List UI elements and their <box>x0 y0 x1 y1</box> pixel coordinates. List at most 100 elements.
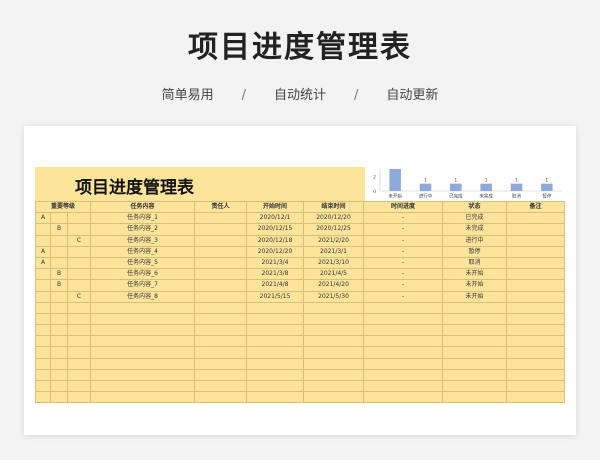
empty-cell[interactable] <box>442 346 508 359</box>
task-cell[interactable]: 任务内容_7 <box>90 279 196 292</box>
header-status[interactable]: 状态 <box>442 200 508 214</box>
level-a-cell[interactable]: A <box>35 245 51 258</box>
progress-cell[interactable]: - <box>363 256 444 270</box>
end-cell[interactable]: 2021/3/1 <box>303 245 365 258</box>
owner-cell[interactable] <box>194 212 248 225</box>
empty-cell[interactable] <box>194 346 248 359</box>
empty-cell[interactable] <box>442 368 508 382</box>
empty-cell[interactable] <box>66 301 92 314</box>
empty-cell[interactable] <box>50 312 68 326</box>
remark-cell[interactable] <box>506 256 566 270</box>
start-cell[interactable]: 2020/12/20 <box>246 245 305 258</box>
empty-cell[interactable] <box>363 368 444 382</box>
level-c-cell[interactable]: C <box>66 290 92 303</box>
empty-cell[interactable] <box>442 324 508 337</box>
task-cell[interactable]: 任务内容_4 <box>90 245 196 258</box>
level-b-cell[interactable] <box>50 212 68 225</box>
empty-cell[interactable] <box>303 379 365 393</box>
empty-cell[interactable] <box>194 357 248 370</box>
empty-cell[interactable] <box>194 379 248 393</box>
empty-cell[interactable] <box>506 335 566 348</box>
progress-cell[interactable]: - <box>363 234 444 247</box>
start-cell[interactable]: 2021/4/8 <box>246 279 305 292</box>
empty-cell[interactable] <box>194 391 248 404</box>
owner-cell[interactable] <box>194 256 248 270</box>
empty-cell[interactable] <box>194 301 248 314</box>
remark-cell[interactable] <box>506 268 566 281</box>
level-a-cell[interactable]: A <box>35 212 51 225</box>
remark-cell[interactable] <box>506 212 566 225</box>
empty-cell[interactable] <box>363 357 444 370</box>
level-a-cell[interactable] <box>35 234 51 247</box>
empty-cell[interactable] <box>90 346 196 359</box>
empty-cell[interactable] <box>50 391 68 404</box>
status-cell[interactable]: 未开始 <box>442 290 508 303</box>
empty-cell[interactable] <box>35 324 51 337</box>
progress-cell[interactable]: - <box>363 279 444 292</box>
empty-cell[interactable] <box>506 301 566 314</box>
level-a-cell[interactable] <box>35 290 51 303</box>
header-progress[interactable]: 时间进度 <box>363 200 444 214</box>
empty-cell[interactable] <box>66 324 92 337</box>
end-cell[interactable]: 2021/2/20 <box>303 234 365 247</box>
owner-cell[interactable] <box>194 223 248 236</box>
empty-cell[interactable] <box>303 368 365 382</box>
end-cell[interactable]: 2021/4/20 <box>303 279 365 292</box>
empty-cell[interactable] <box>442 357 508 370</box>
empty-cell[interactable] <box>35 335 51 348</box>
level-c-cell[interactable] <box>66 223 92 236</box>
owner-cell[interactable] <box>194 234 248 247</box>
empty-cell[interactable] <box>303 391 365 404</box>
empty-cell[interactable] <box>303 324 365 337</box>
header-start[interactable]: 开始时间 <box>246 200 305 214</box>
empty-cell[interactable] <box>303 357 365 370</box>
empty-cell[interactable] <box>303 301 365 314</box>
start-cell[interactable]: 2021/5/15 <box>246 290 305 303</box>
owner-cell[interactable] <box>194 290 248 303</box>
empty-cell[interactable] <box>194 335 248 348</box>
empty-cell[interactable] <box>35 391 51 404</box>
remark-cell[interactable] <box>506 234 566 247</box>
empty-cell[interactable] <box>35 357 51 370</box>
empty-cell[interactable] <box>35 312 51 326</box>
owner-cell[interactable] <box>194 245 248 258</box>
empty-cell[interactable] <box>50 357 68 370</box>
end-cell[interactable]: 2021/5/30 <box>303 290 365 303</box>
empty-cell[interactable] <box>246 379 305 393</box>
owner-cell[interactable] <box>194 268 248 281</box>
empty-cell[interactable] <box>90 324 196 337</box>
status-cell[interactable]: 已完成 <box>442 212 508 225</box>
empty-cell[interactable] <box>90 301 196 314</box>
level-c-cell[interactable] <box>66 268 92 281</box>
level-b-cell[interactable] <box>50 256 68 270</box>
header-task[interactable]: 任务内容 <box>90 200 196 214</box>
empty-cell[interactable] <box>506 324 566 337</box>
level-c-cell[interactable] <box>66 212 92 225</box>
empty-cell[interactable] <box>35 301 51 314</box>
empty-cell[interactable] <box>363 312 444 326</box>
level-a-cell[interactable]: A <box>35 256 51 270</box>
empty-cell[interactable] <box>66 357 92 370</box>
empty-cell[interactable] <box>303 335 365 348</box>
empty-cell[interactable] <box>363 379 444 393</box>
end-cell[interactable]: 2021/4/5 <box>303 268 365 281</box>
level-b-cell[interactable] <box>50 290 68 303</box>
task-cell[interactable]: 任务内容_3 <box>90 234 196 247</box>
empty-cell[interactable] <box>506 312 566 326</box>
remark-cell[interactable] <box>506 279 566 292</box>
empty-cell[interactable] <box>90 312 196 326</box>
empty-cell[interactable] <box>506 391 566 404</box>
remark-cell[interactable] <box>506 245 566 258</box>
empty-cell[interactable] <box>90 368 196 382</box>
start-cell[interactable]: 2021/3/4 <box>246 256 305 270</box>
empty-cell[interactable] <box>303 312 365 326</box>
level-c-cell[interactable] <box>66 245 92 258</box>
empty-cell[interactable] <box>442 301 508 314</box>
progress-cell[interactable]: - <box>363 290 444 303</box>
empty-cell[interactable] <box>442 391 508 404</box>
task-cell[interactable]: 任务内容_5 <box>90 256 196 270</box>
level-c-cell[interactable]: C <box>66 234 92 247</box>
level-b-cell[interactable] <box>50 245 68 258</box>
empty-cell[interactable] <box>50 379 68 393</box>
empty-cell[interactable] <box>246 335 305 348</box>
